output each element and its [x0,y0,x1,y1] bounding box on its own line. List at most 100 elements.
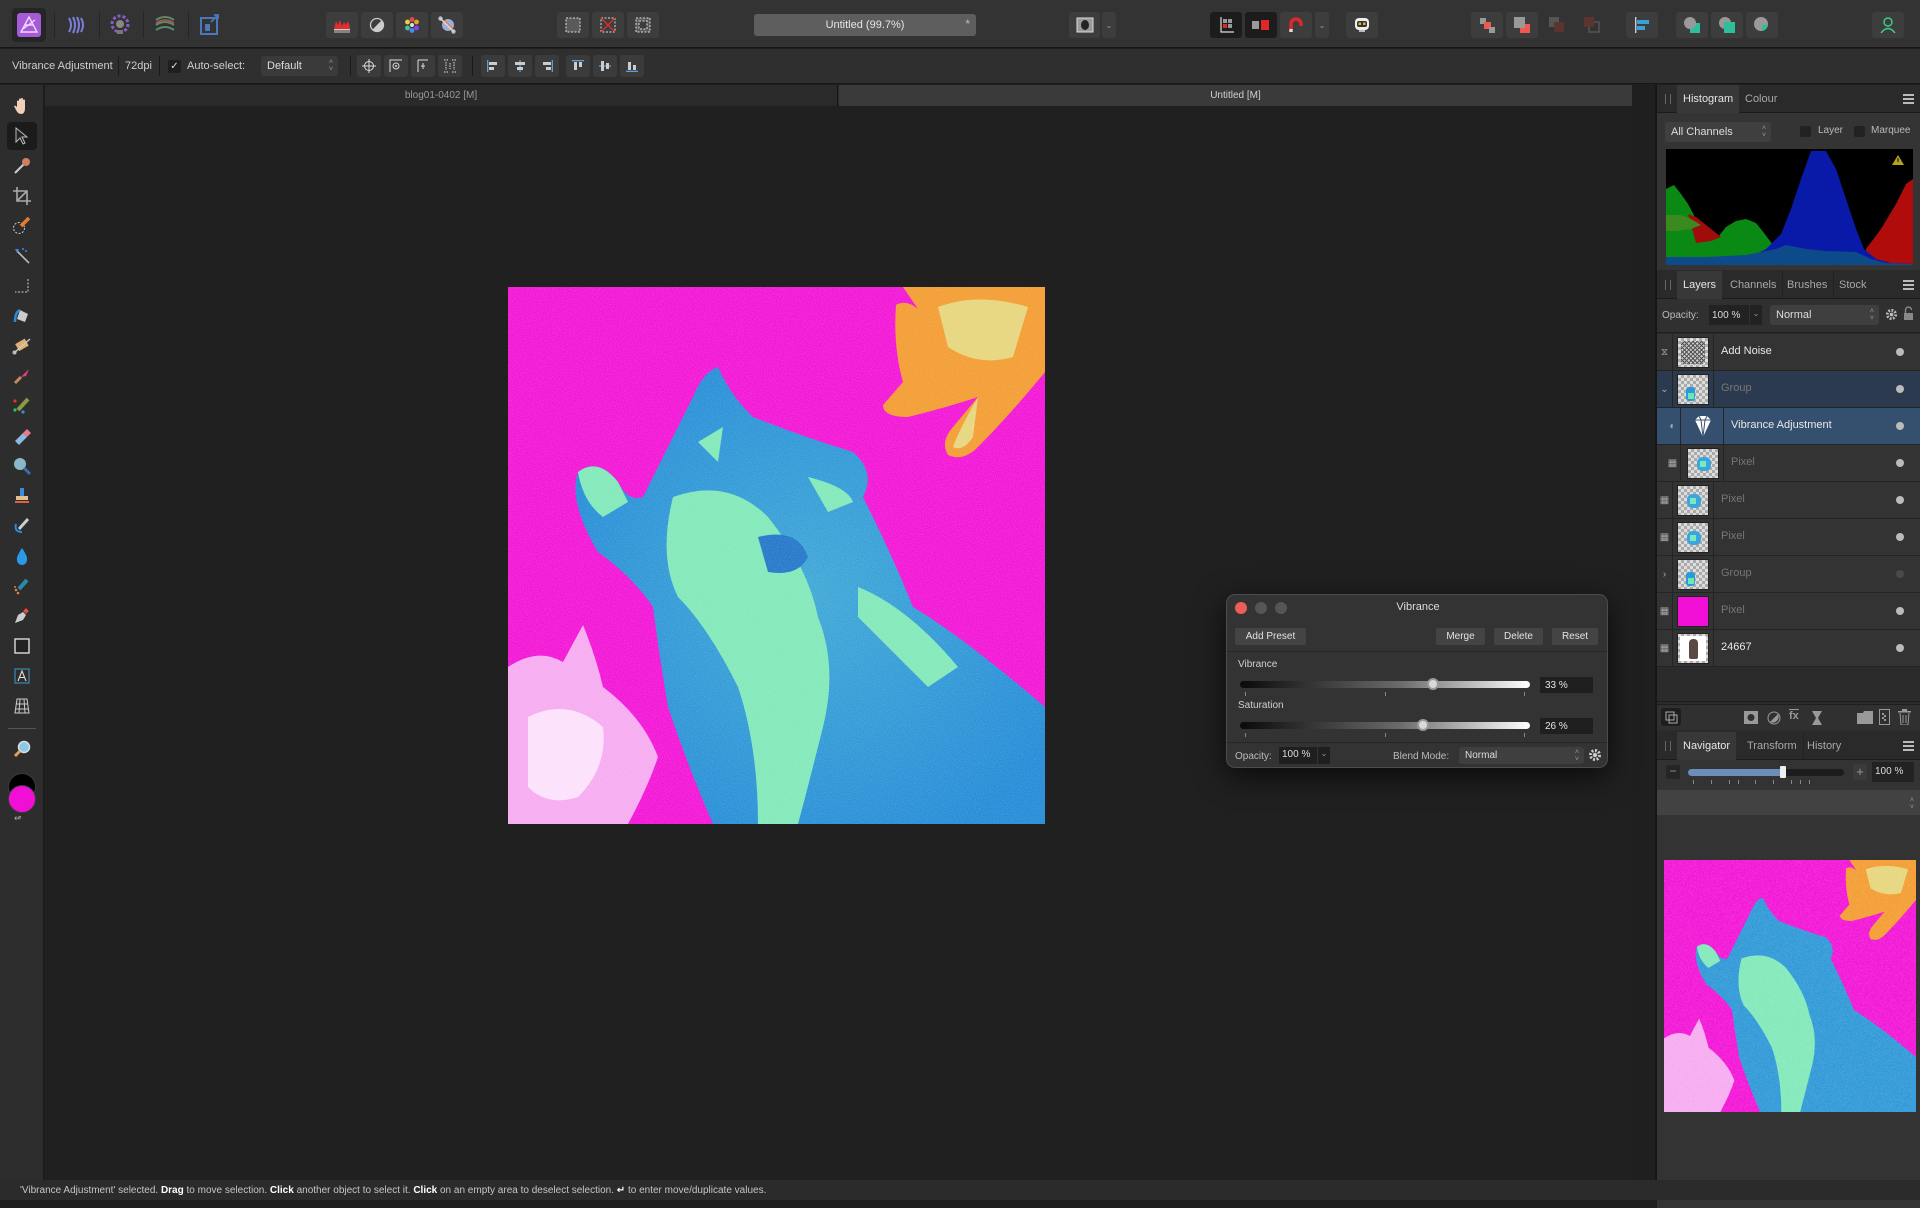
deselect-button[interactable] [592,12,624,38]
layer-row[interactable]: ▦ Pixel [1657,445,1920,482]
navigator-zoom-slider[interactable] [1688,766,1844,778]
swap-colours-icon[interactable]: ↫ [14,813,22,824]
layer-expander[interactable]: ▦ [1657,482,1673,518]
show-selection-box-button[interactable] [384,55,408,77]
align-middle-button[interactable] [593,55,617,77]
tab-transform[interactable]: Transform [1741,732,1804,760]
layer-options-button[interactable] [1661,708,1681,726]
vibrance-slider-knob[interactable] [1426,678,1439,690]
layer-row[interactable]: ▦ Pixel [1657,519,1920,556]
scale-with-object-button[interactable] [411,55,435,77]
panel-grip-icon[interactable] [1665,94,1671,104]
merge-button[interactable]: Merge [1436,628,1485,645]
layer-row[interactable]: ⌄ Group [1657,371,1920,408]
panel-menu-icon[interactable] [1903,94,1914,104]
layer-name[interactable]: Vibrance Adjustment [1731,419,1832,431]
artistic-text-tool[interactable] [7,662,37,690]
zoom-out-button[interactable]: − [1666,765,1680,779]
adjustment-icon[interactable] [1767,711,1781,725]
tab-layers[interactable]: Layers [1677,271,1723,299]
gear-icon[interactable] [1588,748,1602,762]
navigator-zoom-field[interactable]: 100 % [1872,762,1914,782]
add-button[interactable] [1676,12,1708,38]
visibility-toggle[interactable] [1896,459,1904,467]
layer-blend-mode-dropdown[interactable]: Normal ˄ ˅ [1770,305,1879,325]
export-persona-button[interactable] [193,8,227,42]
align-top-button[interactable] [566,55,590,77]
layer-expander[interactable]: ▦ [1657,445,1681,481]
opacity-dropdown[interactable]: ⌄ [1318,747,1330,764]
marquee-checkbox[interactable] [1854,126,1865,137]
distribute-button[interactable] [438,55,462,77]
zoom-brush-tool[interactable] [7,452,37,480]
layer-name[interactable]: Pixel [1731,456,1755,468]
tab-brushes[interactable]: Brushes [1781,271,1835,299]
layer-expander[interactable]: ⧖ [1657,334,1673,370]
layer-expander[interactable]: ▦ [1657,630,1673,666]
layer-thumbnail[interactable] [1687,448,1719,479]
visibility-toggle[interactable] [1896,607,1904,615]
layer-thumbnail[interactable] [1677,596,1709,627]
gear-icon[interactable] [1885,308,1898,321]
mixer-brush-tool[interactable] [7,392,37,420]
align-center-button[interactable] [508,55,532,77]
photo-persona-button[interactable] [12,8,46,42]
tab-colour[interactable]: Colour [1739,85,1783,113]
layer-name[interactable]: Pixel [1721,493,1745,505]
tab-blog01-0402[interactable]: blog01-0402 [M] [45,85,838,106]
layer-thumbnail[interactable] [1677,485,1709,516]
vibrance-value-field[interactable]: 33 % [1540,677,1593,693]
levels-button[interactable] [326,12,358,38]
layer-thumbnail[interactable] [1677,559,1709,590]
layer-thumbnail[interactable] [1687,411,1719,442]
align-right-button[interactable] [535,55,559,77]
tab-channels[interactable]: Channels [1724,271,1784,299]
layer-name[interactable]: Pixel [1721,604,1745,616]
move-tool[interactable] [7,122,37,150]
delete-button[interactable]: Delete [1494,628,1543,645]
rectangle-tool[interactable] [7,632,37,660]
layer-name[interactable]: Group [1721,382,1752,394]
select-all-button[interactable] [557,12,589,38]
layer-row[interactable]: ▦ Pixel [1657,593,1920,630]
primary-colour-swatch[interactable] [8,785,36,813]
move-back-button[interactable] [1506,12,1538,38]
panel-menu-icon[interactable] [1903,280,1914,290]
tab-navigator[interactable]: Navigator [1677,732,1737,760]
colour-balance-button[interactable] [396,12,428,38]
layer-row[interactable]: › Group [1657,556,1920,593]
blur-brush-tool[interactable] [7,542,37,570]
tone-mapping-persona-button[interactable] [148,8,182,42]
align-button[interactable] [1626,12,1658,38]
layer-thumbnail[interactable] [1677,522,1709,553]
pen-tool[interactable] [7,602,37,630]
clone-brush-tool[interactable] [7,482,37,510]
snapping-candidates-button[interactable] [1245,12,1277,38]
live-filter-icon[interactable] [1812,711,1822,725]
transform-origin-button[interactable] [357,55,381,77]
tab-stock[interactable]: Stock [1833,271,1873,299]
fx-icon[interactable]: fx [1789,710,1799,722]
quick-mask-button[interactable] [1069,12,1100,38]
marquee-tool[interactable] [7,272,37,300]
intersect-button[interactable] [1746,12,1778,38]
visibility-toggle[interactable] [1896,533,1904,541]
align-left-button[interactable] [481,55,505,77]
visibility-toggle[interactable] [1896,496,1904,504]
white-balance-button[interactable] [431,12,463,38]
snapping-magnet-button[interactable] [1280,12,1312,38]
layer-row[interactable]: ⧖ Add Noise [1657,334,1920,371]
vibrance-slider[interactable] [1240,678,1530,690]
zoom-in-button[interactable]: + [1853,764,1867,780]
move-to-front-button[interactable] [1541,12,1573,38]
layer-name[interactable]: Group [1721,567,1752,579]
visibility-toggle[interactable] [1896,422,1904,430]
invert-selection-button[interactable] [627,12,659,38]
document-title[interactable]: Untitled (99.7%) * [754,14,976,36]
tab-history[interactable]: History [1801,732,1847,760]
auto-select-checkbox[interactable]: ✓ [168,60,181,73]
reset-button[interactable]: Reset [1552,628,1598,645]
visibility-toggle[interactable] [1896,348,1904,356]
gradient-tool[interactable] [7,332,37,360]
mesh-warp-tool[interactable] [7,692,37,720]
